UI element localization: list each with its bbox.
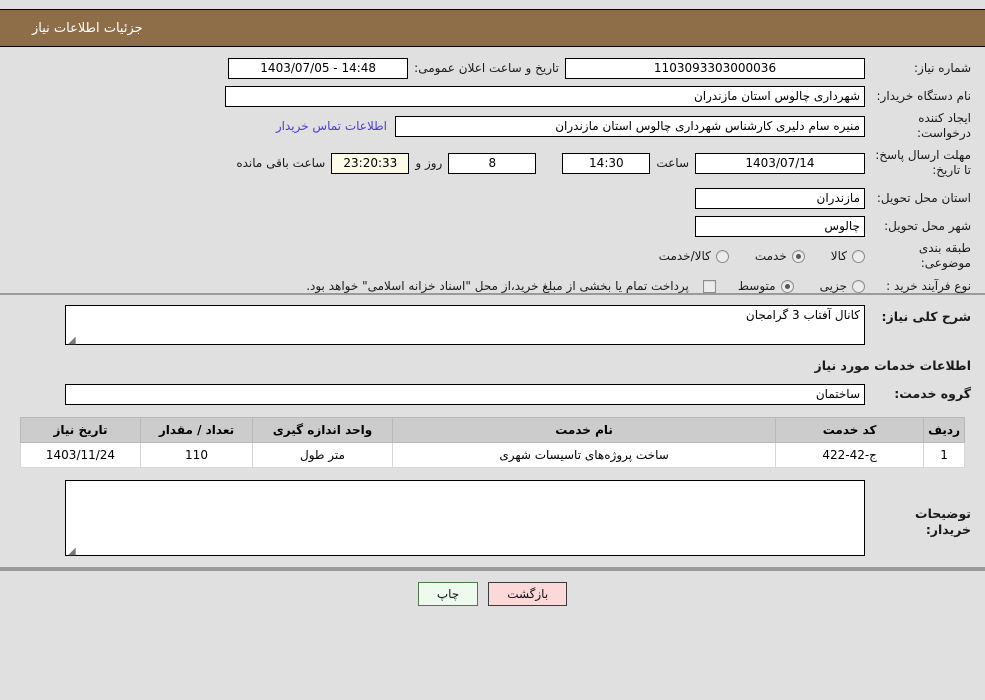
back-button[interactable]: بازگشت xyxy=(488,581,568,607)
checkbox-icon[interactable] xyxy=(702,279,716,293)
deadline-date-input[interactable] xyxy=(695,152,865,174)
city-input[interactable] xyxy=(695,215,865,237)
category-radio-group: کالا خدمت کالا/خدمت xyxy=(659,249,865,263)
page-header: جزئیات اطلاعات نیاز xyxy=(0,9,985,47)
deadline-time-input[interactable] xyxy=(562,152,651,174)
services-section-title: اطلاعات خدمات مورد نیاز xyxy=(814,358,972,373)
timer-label: ساعت باقی مانده xyxy=(236,156,326,170)
treasury-checkbox-wrap[interactable] xyxy=(697,279,716,293)
city-label: شهر محل تحویل: xyxy=(884,218,971,233)
public-announce-label: تاریخ و ساعت اعلان عمومی: xyxy=(414,61,559,75)
need-number-label: شماره نیاز: xyxy=(914,60,971,75)
col-need-date: تاریخ نیاز xyxy=(20,417,141,443)
radio-category-goods[interactable]: کالا xyxy=(831,249,865,263)
radio-circle-icon[interactable] xyxy=(852,279,865,293)
page-title: جزئیات اطلاعات نیاز xyxy=(32,20,143,36)
need-number-input[interactable] xyxy=(565,57,865,79)
cell-quantity: 110 xyxy=(140,442,253,468)
row-category: طبقه بندی موضوعی: کالا خدمت کالا/خدمت xyxy=(14,241,971,271)
row-summary: شرح کلی نیاز: ◢ xyxy=(14,305,971,348)
public-announce-input[interactable] xyxy=(228,57,409,79)
buyer-contact-link[interactable]: اطلاعات تماس خریدار xyxy=(268,119,395,133)
col-quantity: تعداد / مقدار xyxy=(140,417,253,443)
row-service-group: گروه خدمت: xyxy=(14,381,971,407)
hour-label: ساعت xyxy=(656,156,689,170)
remaining-days-input[interactable] xyxy=(448,152,537,174)
table-row[interactable]: 1 ج-42-422 ساخت پروژه‌های تاسیسات شهری م… xyxy=(20,442,965,468)
service-group-input[interactable] xyxy=(65,383,865,405)
cell-index: 1 xyxy=(923,442,965,468)
need-info-panel: شماره نیاز: تاریخ و ساعت اعلان عمومی: نا… xyxy=(0,47,985,295)
cell-need-date: 1403/11/24 xyxy=(20,442,141,468)
col-code: کد خدمت xyxy=(775,417,925,443)
province-input[interactable] xyxy=(695,187,865,209)
creator-label: ایجاد کننده درخواست: xyxy=(917,111,971,140)
radio-category-goods-service[interactable]: کالا/خدمت xyxy=(659,249,729,263)
col-index: ردیف xyxy=(923,417,965,443)
radio-circle-selected-icon[interactable] xyxy=(791,249,805,263)
need-details-panel: شرح کلی نیاز: ◢ اطلاعات خدمات مورد نیاز … xyxy=(0,295,985,569)
countdown-timer-input xyxy=(331,152,410,174)
row-province: استان محل تحویل: xyxy=(14,185,971,211)
process-label: نوع فرآیند خرید : xyxy=(886,278,971,293)
radio-category-service[interactable]: خدمت xyxy=(755,249,805,263)
summary-label: شرح کلی نیاز: xyxy=(881,309,971,324)
col-unit: واحد اندازه گیری xyxy=(252,417,393,443)
cell-code: ج-42-422 xyxy=(775,442,925,468)
radio-circle-selected-icon[interactable] xyxy=(780,279,794,293)
row-deadline: مهلت ارسال پاسخ: تا تاریخ: ساعت روز و سا… xyxy=(14,143,971,183)
row-need-number: شماره نیاز: تاریخ و ساعت اعلان عمومی: xyxy=(14,55,971,81)
radio-process-medium[interactable]: متوسط xyxy=(738,279,794,293)
deadline-label: مهلت ارسال پاسخ: تا تاریخ: xyxy=(875,148,971,177)
buyer-org-label: نام دستگاه خریدار: xyxy=(876,88,972,103)
radio-circle-icon[interactable] xyxy=(715,249,729,263)
cell-unit: متر طول xyxy=(252,442,393,468)
buyer-notes-textarea[interactable] xyxy=(65,480,865,556)
print-button[interactable]: چاپ xyxy=(417,581,479,607)
buyer-org-input[interactable] xyxy=(225,85,865,107)
radio-process-minor[interactable]: جزیی xyxy=(820,279,865,293)
category-label: طبقه بندی موضوعی: xyxy=(918,241,971,270)
radio-circle-icon[interactable] xyxy=(852,249,865,263)
province-label: استان محل تحویل: xyxy=(876,190,971,205)
creator-input[interactable] xyxy=(395,115,865,137)
row-buyer-notes: توضیحات خریدار: ◢ xyxy=(14,480,971,559)
table-header-row: ردیف کد خدمت نام خدمت واحد اندازه گیری ت… xyxy=(20,417,965,443)
process-radio-group: جزیی متوسط xyxy=(738,279,865,293)
buyer-notes-label: توضیحات خریدار: xyxy=(915,506,971,537)
days-label: روز و xyxy=(415,156,443,170)
page-root: جزئیات اطلاعات نیاز شماره نیاز: تاریخ و … xyxy=(0,9,985,700)
cell-name: ساخت پروژه‌های تاسیسات شهری xyxy=(391,442,777,468)
service-group-label: گروه خدمت: xyxy=(894,386,971,402)
services-table-wrap: ردیف کد خدمت نام خدمت واحد اندازه گیری ت… xyxy=(20,417,965,468)
row-creator: ایجاد کننده درخواست: اطلاعات تماس خریدار xyxy=(14,111,971,141)
services-table: ردیف کد خدمت نام خدمت واحد اندازه گیری ت… xyxy=(20,417,965,468)
summary-textarea[interactable] xyxy=(65,305,865,345)
row-buyer-org: نام دستگاه خریدار: xyxy=(14,83,971,109)
row-city: شهر محل تحویل: xyxy=(14,213,971,239)
col-name: نام خدمت xyxy=(391,417,777,443)
treasury-note: پرداخت تمام یا بخشی از مبلغ خرید،از محل … xyxy=(306,279,689,293)
footer-actions: بازگشت چاپ xyxy=(0,569,985,617)
